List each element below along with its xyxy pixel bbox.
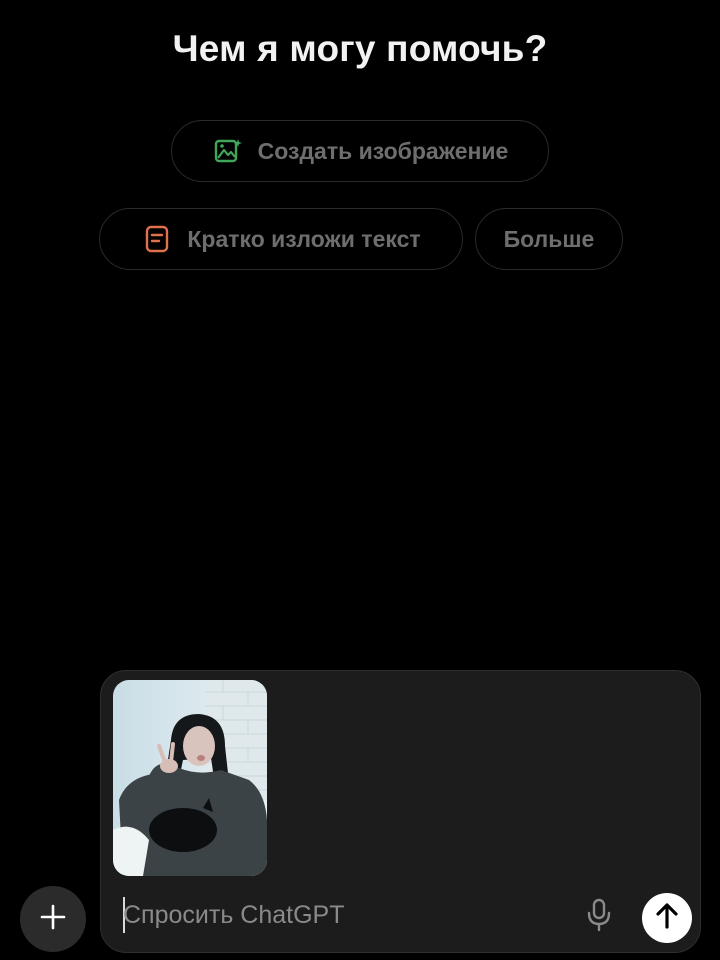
suggestion-summarize-button[interactable]: Кратко изложи текст bbox=[99, 208, 463, 270]
arrow-up-icon bbox=[654, 902, 680, 935]
suggestion-label: Создать изображение bbox=[257, 137, 509, 164]
page-title: Чем я могу помочь? bbox=[172, 28, 548, 69]
create-image-icon bbox=[212, 135, 244, 167]
send-button[interactable] bbox=[642, 893, 692, 943]
more-suggestions-button[interactable]: Больше bbox=[475, 208, 623, 270]
add-attachment-button[interactable] bbox=[20, 886, 86, 952]
suggestion-label: Больше bbox=[503, 225, 595, 252]
suggestion-create-image-button[interactable]: Создать изображение bbox=[171, 120, 549, 182]
suggestion-label: Кратко изложи текст bbox=[187, 225, 421, 252]
microphone-button[interactable] bbox=[583, 898, 615, 937]
message-input[interactable] bbox=[123, 895, 563, 935]
image-attachment-thumbnail[interactable] bbox=[113, 680, 267, 876]
composer bbox=[100, 670, 701, 953]
plus-icon bbox=[39, 903, 67, 936]
microphone-icon bbox=[586, 898, 612, 937]
document-icon bbox=[141, 223, 173, 255]
